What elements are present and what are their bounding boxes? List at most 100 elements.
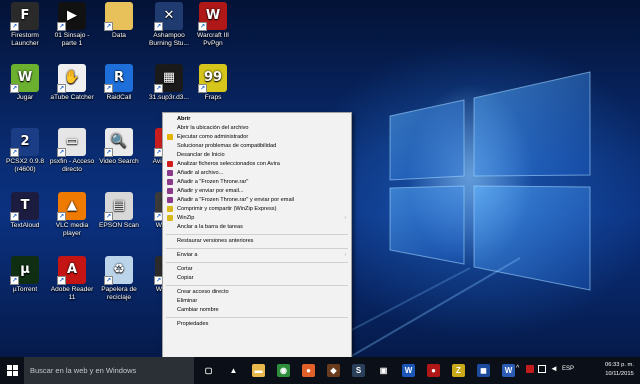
menu-item-add-rar-email[interactable]: Añadir a "Frozen Throne.rar" y enviar po… <box>163 196 351 204</box>
shortcut-arrow-icon: ↗ <box>104 84 113 93</box>
menu-item-restore-versions[interactable]: Restaurar versiones anteriores <box>163 237 351 245</box>
desktop-icon[interactable]: T ↗ TextAloud <box>0 192 50 230</box>
taskbar-task-view[interactable]: ▢ <box>202 364 215 377</box>
desktop-icon-label: Papelera de reciclaje <box>101 286 137 301</box>
menu-item-abrir[interactable]: Abrir <box>163 115 351 123</box>
desktop-icon[interactable]: A ↗ Adobe Reader 11 <box>47 256 97 302</box>
shortcut-arrow-icon: ↗ <box>10 212 19 221</box>
desktop-icon[interactable]: ▤ ↗ EPSON Scan <box>94 192 144 230</box>
menu-separator <box>166 262 348 263</box>
menu-item-winzip-express[interactable]: Comprimir y compartir (WinZip Express) <box>163 205 351 213</box>
start-button[interactable] <box>0 357 24 384</box>
menu-item-label: Desanclar de Inicio <box>177 152 225 158</box>
desktop-icon-label: TextAloud <box>10 222 40 229</box>
menu-item-label: Añadir al archivo... <box>177 170 224 176</box>
film-file-icon: ▦ ↗ <box>154 64 183 93</box>
desktop-icon-label: VLC media player <box>55 222 89 237</box>
menu-item-open-location[interactable]: Abrir la ubicación del archivo <box>163 124 351 132</box>
taskbar-app-3[interactable]: ● <box>427 364 440 377</box>
shield-icon <box>167 134 173 140</box>
raidcall-icon: R ↗ <box>104 64 133 93</box>
menu-item-delete[interactable]: Eliminar <box>163 297 351 305</box>
language-indicator[interactable]: ESP <box>562 366 574 372</box>
desktop-icon-label: Video Search <box>99 158 139 165</box>
menu-separator <box>166 317 348 318</box>
desktop-icon-label: Adobe Reader 11 <box>50 286 94 301</box>
desktop-icon[interactable]: µ ↗ µTorrent <box>0 256 50 294</box>
taskbar-firefox[interactable]: ● <box>302 364 315 377</box>
menu-item-pin-taskbar[interactable]: Anclar a la barra de tareas <box>163 223 351 231</box>
menu-item-avira-scan[interactable]: Analizar ficheros seleccionados con Avir… <box>163 160 351 168</box>
desktop-icon[interactable]: W ↗ Warcraft III PvPgn <box>188 2 238 48</box>
desktop-icon[interactable]: ♻ ↗ Papelera de reciclaje <box>94 256 144 302</box>
desktop-icon[interactable]: R ↗ RaidCall <box>94 64 144 102</box>
desktop-icon[interactable]: ✕ ↗ Ashampoo Burning Stu... <box>144 2 194 48</box>
desktop-icon[interactable]: 🔍 ↗ Video Search <box>94 128 144 166</box>
submenu-arrow-icon: › <box>344 215 346 221</box>
taskbar-store[interactable]: ▣ <box>377 364 390 377</box>
volume-icon[interactable]: ◄ <box>550 364 558 373</box>
desktop-icon-label: aTube Catcher <box>50 94 94 101</box>
wii-games-icon: W ↗ <box>10 64 39 93</box>
network-icon[interactable] <box>538 365 546 373</box>
menu-item-add-rar[interactable]: Añadir a "Frozen Throne.rar" <box>163 178 351 186</box>
shortcut-arrow-icon: ↗ <box>104 148 113 157</box>
steam-icon: S <box>355 366 362 375</box>
desktop-icon[interactable]: 2 ↗ PCSX2 0.9.8 (r4600) <box>0 128 50 174</box>
clock[interactable]: 06:33 p. m. 10/11/2015 <box>605 361 634 379</box>
menu-item-label: Anclar a la barra de tareas <box>177 224 243 230</box>
psxfin-icon: ▭ ↗ <box>57 128 86 157</box>
desktop-icon[interactable]: ↗ Data <box>94 2 144 40</box>
menu-item-winzip[interactable]: WinZip › <box>163 214 351 222</box>
menu-item-copy[interactable]: Copiar <box>163 274 351 282</box>
desktop[interactable]: F ↗ Firestorm Launcher ▶ ↗ 01 Sinsajo - parte… <box>0 0 640 357</box>
desktop-icon[interactable]: W ↗ Jugar <box>0 64 50 102</box>
menu-item-add-email[interactable]: Añadir y enviar por email... <box>163 187 351 195</box>
menu-item-create-shortcut[interactable]: Crear acceso directo <box>163 288 351 296</box>
menu-item-run-as-admin[interactable]: Ejecutar como administrador <box>163 133 351 141</box>
pcsx2-icon: 2 ↗ <box>10 128 39 157</box>
taskbar-app-4[interactable]: Z <box>452 364 465 377</box>
taskbar-word[interactable]: W <box>402 364 415 377</box>
desktop-icon[interactable]: 99 ↗ Fraps <box>188 64 238 102</box>
menu-item-label: Restaurar versiones anteriores <box>177 238 254 244</box>
menu-item-label: Propiedades <box>177 321 209 327</box>
shortcut-arrow-icon: ↗ <box>154 84 163 93</box>
taskbar-steam[interactable]: S <box>352 364 365 377</box>
menu-separator <box>166 285 348 286</box>
menu-item-troubleshoot[interactable]: Solucionar problemas de compatibilidad <box>163 142 351 150</box>
menu-item-unpin-start[interactable]: Desanclar de Inicio <box>163 151 351 159</box>
search-input[interactable]: Buscar en la web y en Windows <box>24 357 194 384</box>
taskbar-chrome[interactable]: ◉ <box>277 364 290 377</box>
menu-item-properties[interactable]: Propiedades <box>163 320 351 328</box>
ashampoo-icon: ✕ ↗ <box>154 2 183 31</box>
desktop-icon-label: Ashampoo Burning Stu... <box>149 32 189 47</box>
taskbar-app-5[interactable]: ◼ <box>477 364 490 377</box>
winzip-icon <box>167 215 173 221</box>
taskbar-app-2[interactable]: ◆ <box>327 364 340 377</box>
menu-item-cut[interactable]: Cortar <box>163 265 351 273</box>
desktop-icon[interactable]: ▲ ↗ VLC media player <box>47 192 97 238</box>
video-search-icon: 🔍 ↗ <box>104 128 133 157</box>
shortcut-arrow-icon: ↗ <box>57 84 66 93</box>
menu-item-add-archive[interactable]: Añadir al archivo... <box>163 169 351 177</box>
taskbar-file-explorer[interactable]: ▬ <box>252 364 265 377</box>
task-view-icon: ▢ <box>204 366 213 375</box>
tray-app-icon[interactable] <box>526 365 534 373</box>
winrar-icon <box>167 197 173 203</box>
menu-item-label: Eliminar <box>177 298 198 304</box>
winzip-icon: Z <box>456 366 461 375</box>
desktop-icon[interactable]: ▦ ↗ 31.sup3r.d3... <box>144 64 194 102</box>
context-menu: Abrir Abrir la ubicación del archivo Ejecu… <box>162 112 352 357</box>
game-icon: ▲ <box>229 366 238 375</box>
desktop-icon[interactable]: ✋ ↗ aTube Catcher <box>47 64 97 102</box>
menu-item-label: WinZip <box>177 215 195 221</box>
taskbar-app-1[interactable]: ▲ <box>227 364 240 377</box>
chevron-up-icon[interactable]: ^ <box>516 365 519 372</box>
desktop-icon[interactable]: F ↗ Firestorm Launcher <box>0 2 50 48</box>
menu-item-send-to[interactable]: Enviar a › <box>163 251 351 259</box>
desktop-icon[interactable]: ▶ ↗ 01 Sinsajo - parte 1 <box>47 2 97 48</box>
warcraft-icon: W↗ <box>198 2 227 31</box>
menu-item-rename[interactable]: Cambiar nombre <box>163 306 351 314</box>
desktop-icon[interactable]: ▭ ↗ psxfin - Acceso directo <box>47 128 97 174</box>
